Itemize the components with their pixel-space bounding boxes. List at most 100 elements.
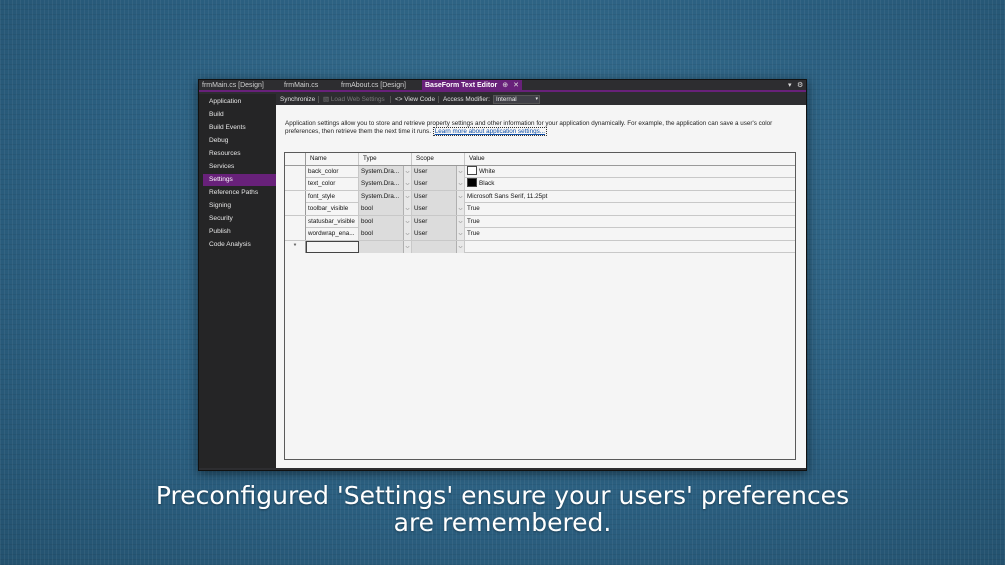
view-code-label: View Code: [404, 96, 436, 103]
chevron-down-icon[interactable]: ⌵: [403, 190, 411, 203]
setting-value-cell[interactable]: True: [465, 203, 795, 215]
slide-caption: Preconfigured 'Settings' ensure your use…: [0, 482, 1005, 536]
sidebar-item-publish[interactable]: Publish: [203, 226, 276, 238]
chevron-down-icon[interactable]: ⌵: [403, 178, 411, 190]
new-setting-value-cell[interactable]: [465, 241, 795, 253]
sidebar-item-build-events[interactable]: Build Events: [203, 122, 276, 134]
setting-type-cell[interactable]: bool ⌵: [359, 228, 412, 240]
sidebar-item-debug[interactable]: Debug: [203, 135, 276, 147]
document-tab-bar: frmMain.cs [Design] frmMain.cs frmAbout.…: [199, 80, 806, 92]
chevron-down-icon[interactable]: ⌵: [456, 203, 464, 215]
setting-value-cell[interactable]: True: [465, 216, 795, 228]
chevron-down-icon[interactable]: ⌵: [403, 165, 411, 178]
chevron-down-icon[interactable]: ⌵: [403, 240, 411, 253]
tab-list-dropdown-icon[interactable]: ▾: [788, 80, 792, 92]
setting-name-cell[interactable]: toolbar_visible: [306, 203, 359, 215]
row-selector[interactable]: [285, 190, 306, 203]
tab-frmabout-design[interactable]: frmAbout.cs [Design]: [338, 80, 409, 92]
setting-value-cell[interactable]: Black: [465, 178, 795, 190]
setting-scope-cell[interactable]: User ⌵: [412, 165, 465, 178]
load-web-settings-button[interactable]: ▧ Load Web Settings: [323, 94, 385, 105]
chevron-down-icon[interactable]: ⌵: [456, 178, 464, 190]
learn-more-link[interactable]: Learn more about application settings...: [432, 127, 547, 136]
sidebar-item-build[interactable]: Build: [203, 109, 276, 121]
table-row[interactable]: statusbar_visible bool ⌵ User ⌵ True: [285, 215, 795, 228]
setting-type-cell[interactable]: System.Dra... ⌵: [359, 190, 412, 203]
setting-scope-cell[interactable]: User ⌵: [412, 203, 465, 215]
sidebar-item-services[interactable]: Services: [203, 161, 276, 173]
sidebar-item-settings[interactable]: Settings: [203, 174, 281, 186]
table-row[interactable]: font_style System.Dra... ⌵ User ⌵ Microsof…: [285, 190, 795, 203]
access-modifier-select[interactable]: Internal ▾: [493, 95, 540, 104]
new-setting-type-cell[interactable]: ⌵: [359, 240, 412, 253]
setting-type-cell[interactable]: bool ⌵: [359, 215, 412, 228]
chevron-down-icon[interactable]: ⌵: [403, 228, 411, 240]
column-header-value[interactable]: Value: [465, 153, 795, 165]
new-setting-scope-cell[interactable]: ⌵: [412, 240, 465, 253]
setting-name-cell[interactable]: text_color: [306, 178, 359, 190]
caption-line-1: Preconfigured 'Settings' ensure your use…: [155, 481, 850, 510]
sidebar-item-code-analysis[interactable]: Code Analysis: [203, 239, 276, 251]
setting-value-cell[interactable]: True: [465, 228, 795, 240]
settings-designer-window: frmMain.cs [Design] frmMain.cs frmAbout.…: [198, 79, 807, 471]
setting-scope-value: User: [414, 192, 428, 200]
sidebar-item-resources[interactable]: Resources: [203, 148, 276, 160]
tab-label: frmAbout.cs [Design]: [341, 82, 406, 89]
setting-name-cell[interactable]: statusbar_visible: [306, 215, 359, 228]
setting-type-cell[interactable]: System.Dra... ⌵: [359, 165, 412, 178]
settings-gear-icon[interactable]: ⚙: [797, 80, 803, 92]
setting-name-cell[interactable]: back_color: [306, 165, 359, 178]
setting-scope-cell[interactable]: User ⌵: [412, 178, 465, 190]
new-setting-row[interactable]: * ⌵ ⌵: [285, 240, 795, 253]
view-code-button[interactable]: <> View Code: [395, 94, 435, 105]
chevron-down-icon[interactable]: ⌵: [456, 228, 464, 240]
project-properties-sidebar: Application Build Build Events Debug Res…: [199, 94, 281, 468]
row-selector[interactable]: [285, 178, 306, 190]
setting-name-cell[interactable]: font_style: [306, 190, 359, 203]
row-selector[interactable]: [285, 228, 306, 240]
column-header-name[interactable]: Name: [306, 153, 359, 165]
tab-frmmain-design[interactable]: frmMain.cs [Design]: [199, 80, 267, 92]
chevron-down-icon[interactable]: ⌵: [456, 190, 464, 203]
chevron-down-icon[interactable]: ⌵: [456, 215, 464, 228]
setting-scope-cell[interactable]: User ⌵: [412, 190, 465, 203]
sidebar-item-signing[interactable]: Signing: [203, 200, 276, 212]
new-setting-name-input[interactable]: [306, 240, 359, 253]
setting-scope-cell[interactable]: User ⌵: [412, 228, 465, 240]
settings-toolbar: Synchronize ▧ Load Web Settings <> View …: [276, 94, 806, 105]
synchronize-button[interactable]: Synchronize: [280, 94, 315, 105]
setting-type-cell[interactable]: bool ⌵: [359, 203, 412, 215]
tab-baseform-text-editor[interactable]: BaseForm Text Editor ⊕ ✕: [422, 80, 522, 92]
chevron-down-icon[interactable]: ⌵: [456, 165, 464, 178]
row-selector[interactable]: [285, 165, 306, 178]
tab-frmmain-code[interactable]: frmMain.cs: [281, 80, 321, 92]
pin-icon[interactable]: ⊕: [502, 82, 508, 89]
table-row[interactable]: toolbar_visible bool ⌵ User ⌵ True: [285, 203, 795, 216]
sidebar-item-security[interactable]: Security: [203, 213, 276, 225]
setting-scope-cell[interactable]: User ⌵: [412, 215, 465, 228]
access-modifier-value: Internal: [496, 96, 517, 103]
chevron-down-icon[interactable]: ⌵: [456, 240, 464, 253]
row-selector[interactable]: [285, 203, 306, 215]
setting-name-cell[interactable]: wordwrap_ena...: [306, 228, 359, 240]
toolbar-separator: [390, 96, 391, 103]
chevron-down-icon[interactable]: ⌵: [403, 203, 411, 215]
table-row[interactable]: wordwrap_ena... bool ⌵ User ⌵ True: [285, 228, 795, 241]
setting-type-cell[interactable]: System.Dra... ⌵: [359, 178, 412, 190]
chevron-down-icon: ▾: [535, 96, 538, 102]
chevron-down-icon[interactable]: ⌵: [403, 215, 411, 228]
setting-type-value: bool: [361, 205, 373, 212]
sidebar-item-application[interactable]: Application: [203, 96, 276, 108]
column-header-type[interactable]: Type: [359, 153, 412, 165]
toolbar-separator: [318, 96, 319, 103]
table-row[interactable]: text_color System.Dra... ⌵ User ⌵ Black: [285, 178, 795, 191]
settings-grid: Name Type Scope Value back_color System.…: [284, 152, 796, 460]
setting-value-cell[interactable]: Microsoft Sans Serif, 11.25pt: [465, 191, 795, 203]
row-selector[interactable]: [285, 215, 306, 228]
close-icon[interactable]: ✕: [513, 82, 519, 89]
setting-value-cell[interactable]: White: [465, 165, 795, 178]
column-header-scope[interactable]: Scope: [412, 153, 465, 165]
setting-type-value: bool: [361, 217, 373, 225]
table-row[interactable]: back_color System.Dra... ⌵ User ⌵ White: [285, 165, 795, 178]
sidebar-item-reference-paths[interactable]: Reference Paths: [203, 187, 276, 199]
